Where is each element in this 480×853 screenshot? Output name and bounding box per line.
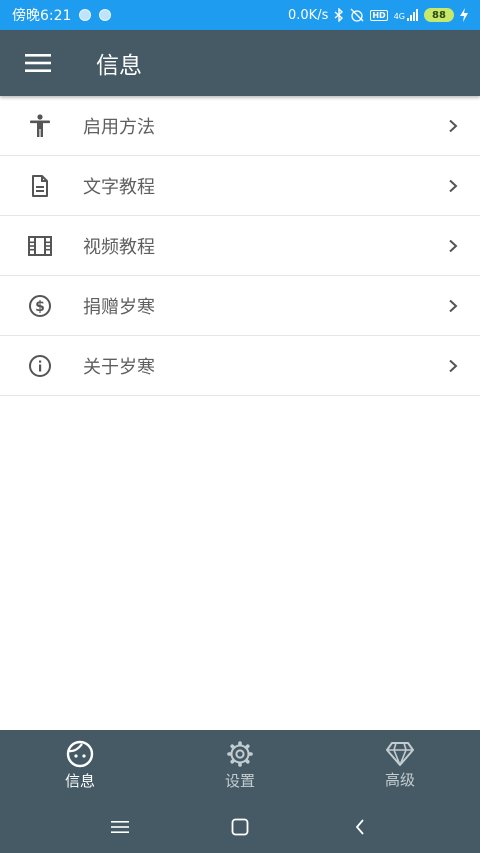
- chevron-right-icon: [449, 299, 458, 312]
- battery-indicator: 88: [424, 8, 454, 22]
- diamond-icon: [386, 741, 414, 766]
- bluetooth-icon: [334, 8, 344, 22]
- back-chevron-icon: [355, 818, 364, 835]
- signal-icon: [407, 9, 418, 21]
- menu-item-video-tutorial[interactable]: 视频教程: [0, 216, 480, 276]
- menu-lines-icon: [111, 820, 129, 833]
- svg-text:$: $: [35, 299, 45, 315]
- tab-info[interactable]: 信息: [0, 730, 160, 800]
- menu-item-about[interactable]: 关于岁寒: [0, 336, 480, 396]
- menu-list: 启用方法 文字教程 视频教程 $ 捐赠岁寒 关于岁寒: [0, 96, 480, 396]
- status-bar: 傍晚6:21 0.0K/s HD 4G 88: [0, 0, 480, 30]
- home-button[interactable]: [220, 807, 260, 847]
- menu-item-enable-method[interactable]: 启用方法: [0, 96, 480, 156]
- menu-item-label: 启用方法: [83, 116, 155, 138]
- tab-label: 设置: [224, 771, 255, 790]
- charging-icon: [460, 8, 468, 22]
- menu-item-label: 捐赠岁寒: [83, 296, 155, 318]
- recent-apps-button[interactable]: [100, 807, 140, 847]
- chevron-right-icon: [449, 359, 458, 372]
- chevron-right-icon: [449, 119, 458, 132]
- alarm-off-icon: [350, 8, 364, 22]
- gear-icon: [227, 740, 253, 767]
- notification-icon: [79, 9, 92, 21]
- back-button[interactable]: [340, 807, 380, 847]
- menu-item-text-tutorial[interactable]: 文字教程: [0, 156, 480, 216]
- hamburger-icon: [25, 54, 51, 72]
- accessibility-icon: [30, 113, 50, 137]
- menu-item-label: 视频教程: [83, 236, 155, 258]
- tab-label: 信息: [64, 771, 95, 790]
- notification-icon: [99, 9, 112, 21]
- tab-settings[interactable]: 设置: [160, 730, 320, 800]
- film-icon: [28, 235, 52, 256]
- app-bar: 信息: [0, 30, 480, 96]
- face-icon: [66, 740, 94, 767]
- home-square-icon: [231, 818, 249, 835]
- chevron-right-icon: [449, 179, 458, 192]
- info-icon: [29, 354, 51, 377]
- menu-item-label: 关于岁寒: [83, 356, 155, 378]
- network-speed: 0.0K/s: [288, 7, 329, 23]
- hd-badge: HD: [370, 9, 388, 21]
- status-time: 傍晚6:21: [12, 8, 72, 24]
- dollar-circle-icon: $: [29, 294, 51, 317]
- tab-advanced[interactable]: 高级: [320, 730, 480, 800]
- system-navigation-bar: [0, 800, 480, 853]
- tab-label: 高级: [384, 770, 415, 789]
- document-icon: [32, 174, 48, 197]
- page-title: 信息: [96, 53, 142, 79]
- menu-item-donate[interactable]: $ 捐赠岁寒: [0, 276, 480, 336]
- network-type: 4G: [393, 12, 405, 21]
- chevron-right-icon: [449, 239, 458, 252]
- hamburger-menu-button[interactable]: [0, 30, 76, 96]
- bottom-navigation: 信息 设置 高级: [0, 730, 480, 800]
- menu-item-label: 文字教程: [83, 176, 155, 198]
